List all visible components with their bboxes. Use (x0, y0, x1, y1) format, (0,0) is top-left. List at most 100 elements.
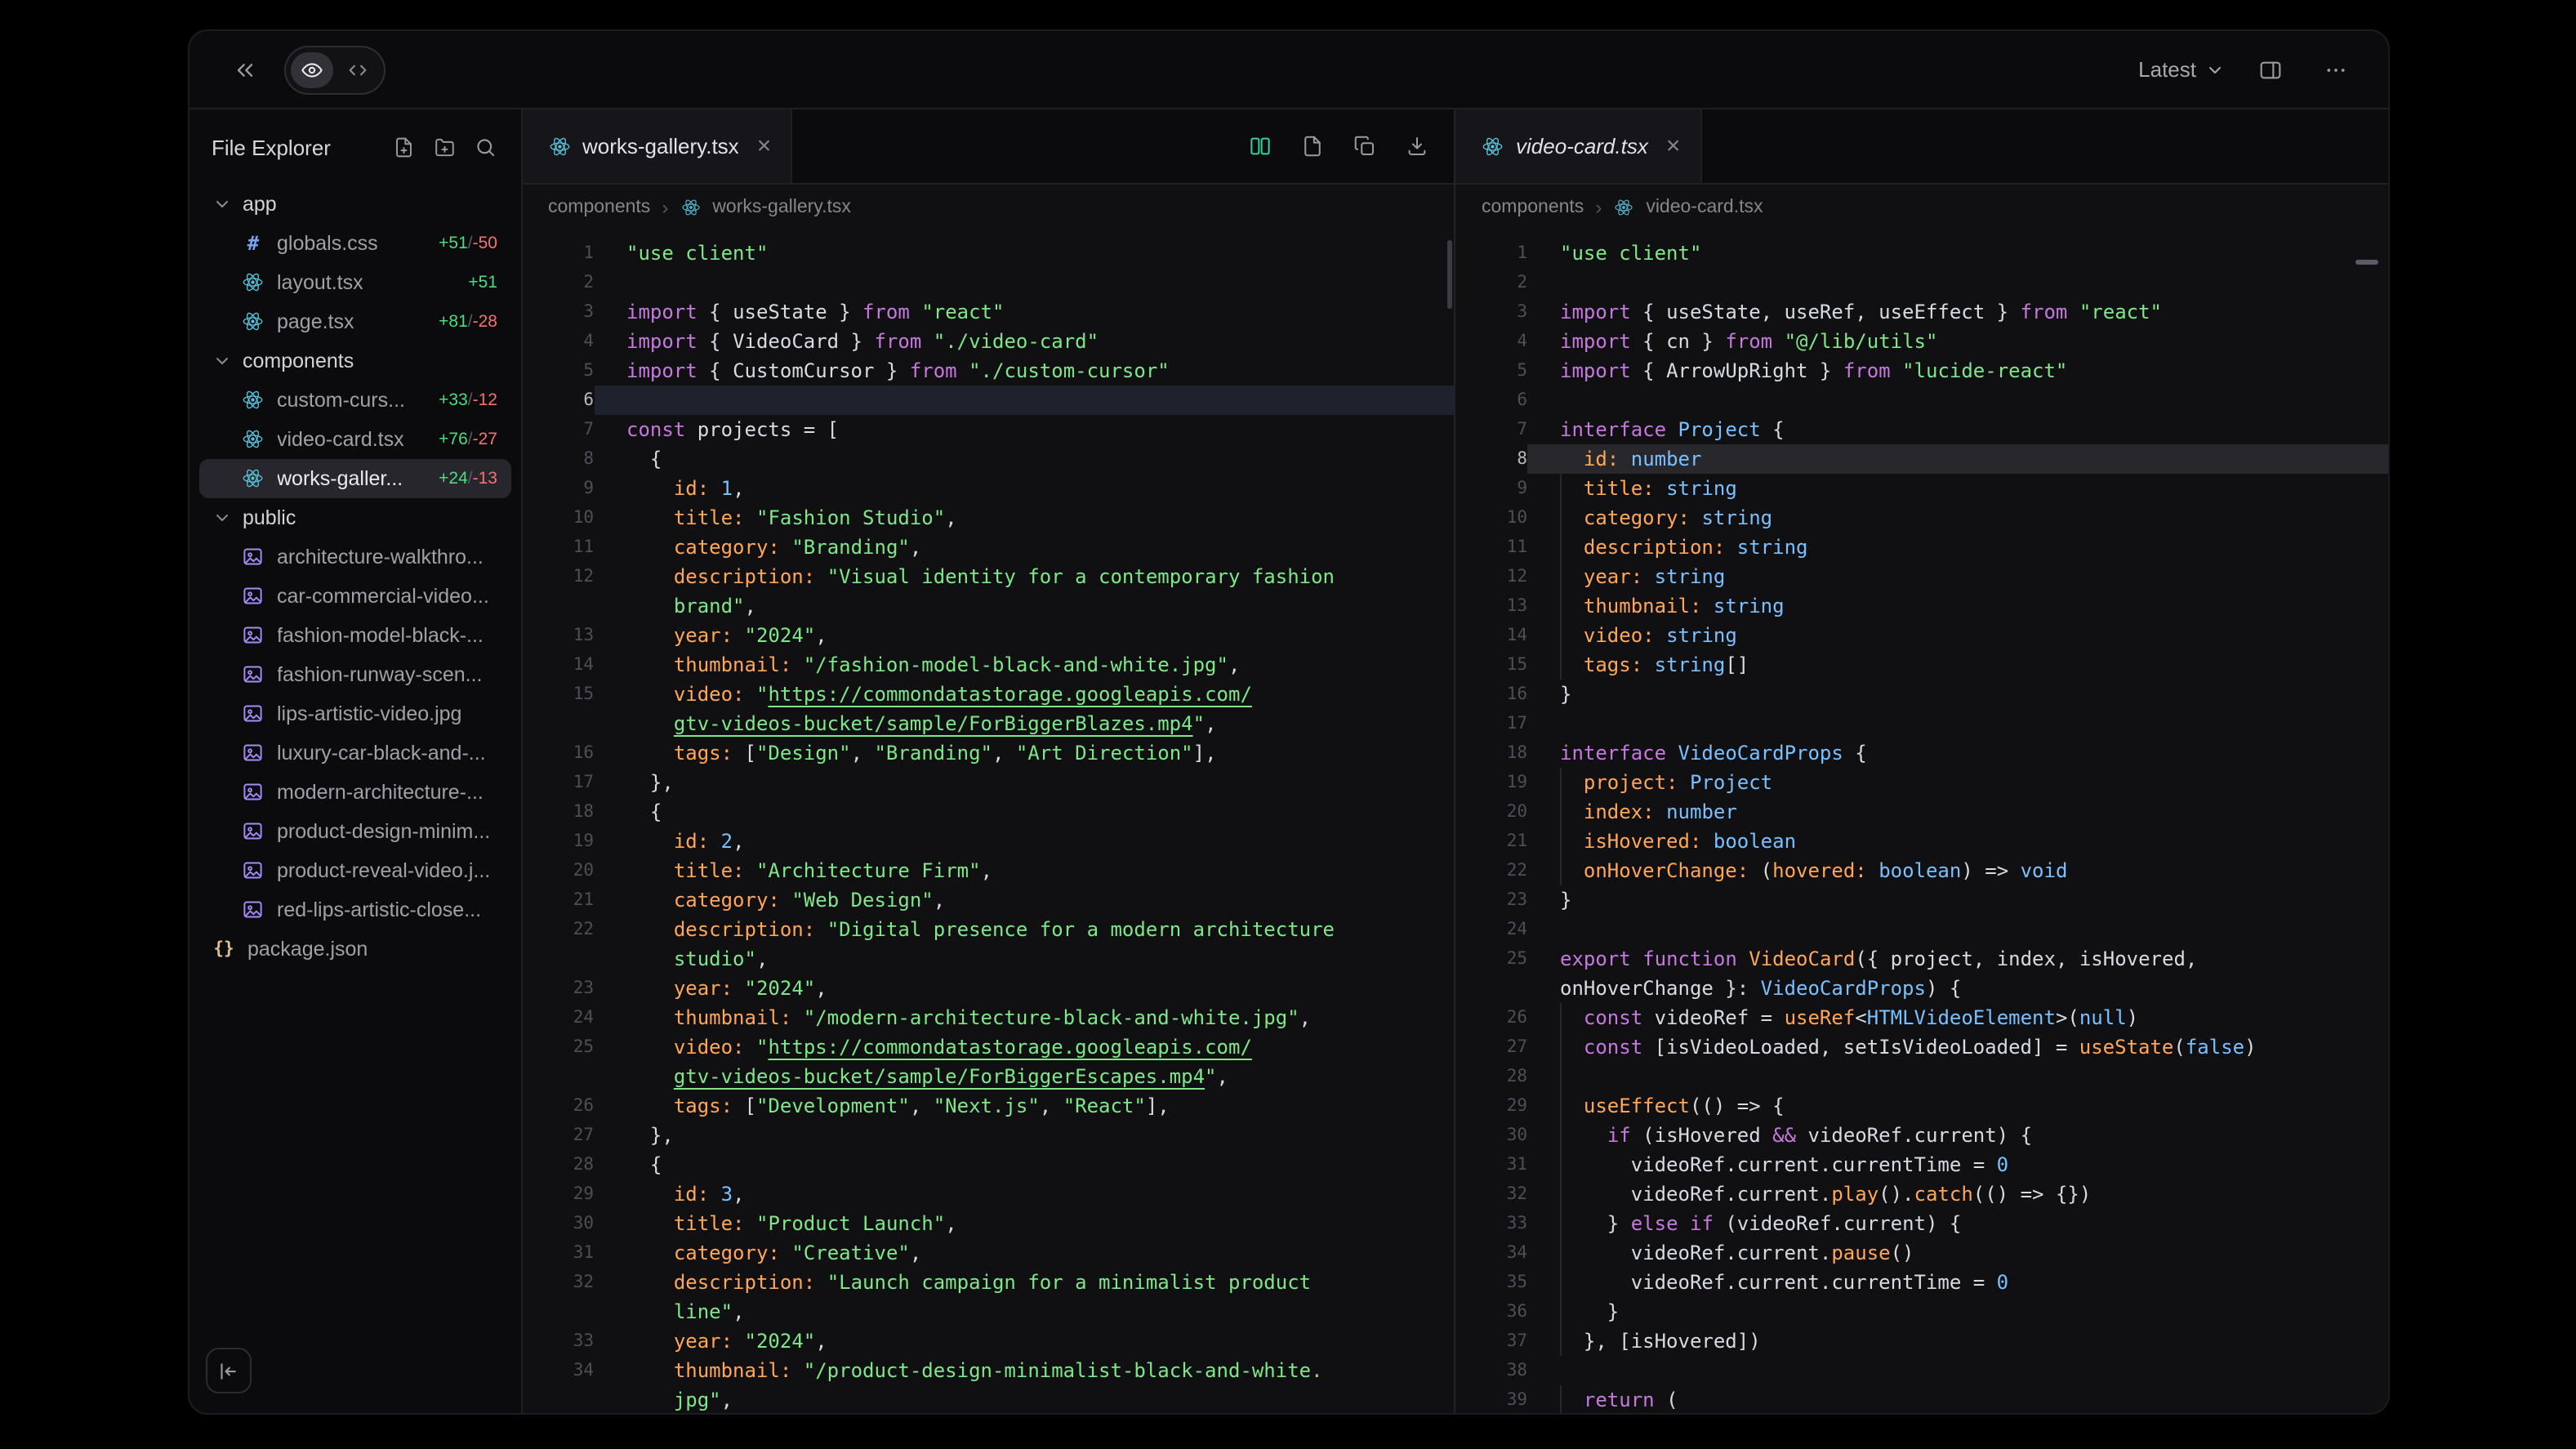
code-line[interactable]: 17 (1455, 709, 2387, 738)
code-line[interactable]: 12 year: string (1455, 562, 2387, 591)
new-folder-button[interactable] (427, 129, 463, 165)
code-line[interactable]: 5import { CustomCursor } from "./custom-… (522, 356, 1454, 386)
code-line[interactable]: 1"use client" (1455, 239, 2387, 268)
collapse-sidebar-button[interactable] (205, 1348, 251, 1393)
code-line[interactable]: 34 videoRef.current.pause() (1455, 1238, 2387, 1268)
code-line[interactable]: 10 category: string (1455, 503, 2387, 533)
tree-file-product-reveal-video.j...[interactable]: product-reveal-video.j... (198, 851, 510, 890)
tree-folder-components[interactable]: components (198, 341, 510, 381)
code-line[interactable]: 36 } (1455, 1297, 2387, 1326)
tree-file-globals.css[interactable]: #globals.css+51/-50 (198, 224, 510, 263)
tab-works-gallery-tsx[interactable]: works-gallery.tsx × (522, 109, 792, 183)
code-toggle-button[interactable] (336, 51, 378, 87)
breadcrumb-file[interactable]: works-gallery.tsx (712, 198, 851, 217)
code-line[interactable]: 14 video: string (1455, 621, 2387, 650)
more-options-button[interactable] (2315, 50, 2355, 89)
collapse-panel-button[interactable] (225, 50, 264, 89)
code-line[interactable]: 31 videoRef.current.currentTime = 0 (1455, 1150, 2387, 1179)
version-dropdown[interactable]: Latest (2138, 57, 2224, 82)
tree-file-video-card.tsx[interactable]: video-card.tsx+76/-27 (198, 420, 510, 459)
code-line[interactable]: 3import { useState, useRef, useEffect } … (1455, 297, 2387, 327)
tree-file-page.tsx[interactable]: page.tsx+81/-28 (198, 302, 510, 341)
tree-file-architecture-walkthro...[interactable]: architecture-walkthro... (198, 537, 510, 577)
code-line[interactable]: 26 const videoRef = useRef<HTMLVideoElem… (1455, 1003, 2387, 1032)
code-line[interactable]: 23 year: "2024", (522, 974, 1454, 1003)
breadcrumb-folder[interactable]: components (1482, 198, 1584, 217)
code-line[interactable]: 14 thumbnail: "/fashion-model-black-and-… (522, 650, 1454, 680)
code-line[interactable]: 21 category: "Web Design", (522, 885, 1454, 915)
code-line[interactable]: 24 (1455, 915, 2387, 944)
code-line[interactable]: 22 description: "Digital presence for a … (522, 915, 1454, 944)
code-line[interactable]: 15 tags: string[] (1455, 650, 2387, 680)
code-line[interactable]: onHoverChange }: VideoCardProps) { (1455, 974, 2387, 1003)
tree-file-red-lips-artistic-close...[interactable]: red-lips-artistic-close... (198, 890, 510, 930)
code-line[interactable]: 18 { (522, 797, 1454, 827)
code-line[interactable]: 32 videoRef.current.play().catch(() => {… (1455, 1179, 2387, 1209)
code-line[interactable]: 20 index: number (1455, 797, 2387, 827)
code-line[interactable]: studio", (522, 944, 1454, 974)
split-editor-button[interactable] (1238, 125, 1281, 167)
code-line[interactable]: 4import { VideoCard } from "./video-card… (522, 327, 1454, 356)
code-line[interactable]: 17 }, (522, 768, 1454, 797)
breadcrumb-file[interactable]: video-card.tsx (1646, 198, 1763, 217)
code-line[interactable]: 1"use client" (522, 239, 1454, 268)
code-line[interactable]: 25 video: "https://commondatastorage.goo… (522, 1032, 1454, 1062)
code-line[interactable]: jpg", (522, 1385, 1454, 1413)
new-file-button[interactable] (386, 129, 422, 165)
code-line[interactable]: 16} (1455, 680, 2387, 709)
code-line[interactable]: 8 { (522, 444, 1454, 474)
code-line[interactable]: 16 tags: ["Design", "Branding", "Art Dir… (522, 738, 1454, 768)
code-line[interactable]: 24 thumbnail: "/modern-architecture-blac… (522, 1003, 1454, 1032)
code-line[interactable]: 25export function VideoCard({ project, i… (1455, 944, 2387, 974)
code-line[interactable]: 6 (1455, 386, 2387, 415)
code-line[interactable]: 18interface VideoCardProps { (1455, 738, 2387, 768)
code-line[interactable]: 38 (1455, 1356, 2387, 1385)
tree-file-works-galler...[interactable]: works-galler...+24/-13 (198, 459, 510, 498)
code-line[interactable]: 31 category: "Creative", (522, 1238, 1454, 1268)
code-line[interactable]: 2 (522, 268, 1454, 297)
tree-folder-app[interactable]: app (198, 185, 510, 224)
tree-file-package.json[interactable]: {}package.json (198, 930, 510, 969)
code-line[interactable]: 39 return ( (1455, 1385, 2387, 1413)
code-area-left[interactable]: 1"use client"2 3import { useState } from… (522, 230, 1454, 1413)
code-line[interactable]: 7const projects = [ (522, 415, 1454, 444)
code-line[interactable]: 19 project: Project (1455, 768, 2387, 797)
scrollbar-thumb[interactable] (2355, 260, 2378, 265)
code-line[interactable]: gtv-videos-bucket/sample/ForBiggerEscape… (522, 1062, 1454, 1091)
code-line[interactable]: 12 description: "Visual identity for a c… (522, 562, 1454, 591)
copy-code-button[interactable] (1343, 125, 1385, 167)
code-line[interactable]: 19 id: 2, (522, 827, 1454, 856)
tab-video-card-tsx[interactable]: video-card.tsx × (1455, 109, 1701, 183)
code-line[interactable]: 26 tags: ["Development", "Next.js", "Rea… (522, 1091, 1454, 1121)
close-tab-button[interactable]: × (1666, 134, 1681, 158)
code-line[interactable]: 30 if (isHovered && videoRef.current) { (1455, 1121, 2387, 1150)
code-line[interactable]: 4import { cn } from "@/lib/utils" (1455, 327, 2387, 356)
code-line[interactable]: 33 } else if (videoRef.current) { (1455, 1209, 2387, 1238)
code-line[interactable]: line", (522, 1297, 1454, 1326)
code-area-right[interactable]: 1"use client"2 3import { useState, useRe… (1455, 230, 2387, 1413)
code-line[interactable]: 3import { useState } from "react" (522, 297, 1454, 327)
code-line[interactable]: 5import { ArrowUpRight } from "lucide-re… (1455, 356, 2387, 386)
code-line[interactable]: 13 year: "2024", (522, 621, 1454, 650)
code-line[interactable]: 21 isHovered: boolean (1455, 827, 2387, 856)
code-line[interactable]: 7interface Project { (1455, 415, 2387, 444)
code-line[interactable]: 34 thumbnail: "/product-design-minimalis… (522, 1356, 1454, 1385)
code-line[interactable]: 27 }, (522, 1121, 1454, 1150)
tree-file-custom-curs...[interactable]: custom-curs...+33/-12 (198, 381, 510, 420)
tree-file-modern-architecture-...[interactable]: modern-architecture-... (198, 773, 510, 812)
code-line[interactable]: 20 title: "Architecture Firm", (522, 856, 1454, 885)
code-line[interactable]: 30 title: "Product Launch", (522, 1209, 1454, 1238)
code-line[interactable]: 37 }, [isHovered]) (1455, 1326, 2387, 1356)
download-code-button[interactable] (1395, 125, 1437, 167)
tree-file-layout.tsx[interactable]: layout.tsx+51 (198, 263, 510, 302)
layout-panel-button[interactable] (2250, 50, 2289, 89)
code-line[interactable]: 15 video: "https://commondatastorage.goo… (522, 680, 1454, 709)
preview-toggle-button[interactable] (290, 51, 332, 87)
code-line[interactable]: gtv-videos-bucket/sample/ForBiggerBlazes… (522, 709, 1454, 738)
tree-file-luxury-car-black-and-...[interactable]: luxury-car-black-and-... (198, 733, 510, 773)
code-line[interactable]: 10 title: "Fashion Studio", (522, 503, 1454, 533)
code-line[interactable]: 9 id: 1, (522, 474, 1454, 503)
code-line[interactable]: 6 (522, 386, 1454, 415)
code-line[interactable]: 32 description: "Launch campaign for a m… (522, 1268, 1454, 1297)
code-line[interactable]: 2 (1455, 268, 2387, 297)
